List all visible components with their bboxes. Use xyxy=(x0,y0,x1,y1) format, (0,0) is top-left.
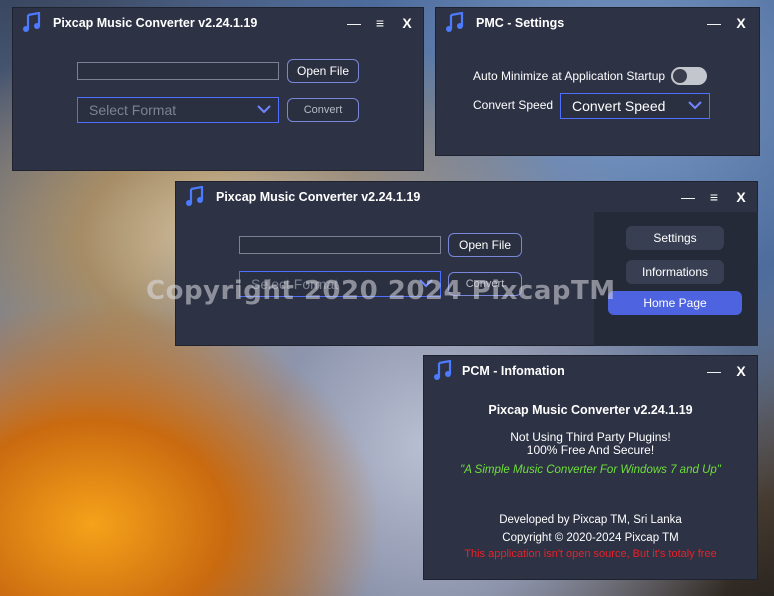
info-window: PCM - Infomation — X Pixcap Music Conver… xyxy=(423,355,758,580)
close-button[interactable]: X xyxy=(398,13,416,33)
file-path-input[interactable] xyxy=(239,236,441,254)
close-button[interactable]: X xyxy=(732,187,750,207)
minimize-button[interactable]: — xyxy=(705,13,723,33)
format-select-value: Select Format xyxy=(251,276,339,292)
open-file-button[interactable]: Open File xyxy=(287,59,359,83)
convert-speed-select[interactable]: Convert Speed xyxy=(560,93,710,119)
info-disclaimer: This application isn't open source, But … xyxy=(464,548,717,560)
auto-minimize-label: Auto Minimize at Application Startup xyxy=(473,69,666,83)
info-tagline: "A Simple Music Converter For Windows 7 … xyxy=(460,464,721,476)
second-titlebar[interactable]: Pixcap Music Converter v2.24.1.19 — ≡ X xyxy=(176,182,757,212)
menu-button[interactable]: ≡ xyxy=(371,13,389,33)
minimize-button[interactable]: — xyxy=(679,187,697,207)
side-menu-home-page[interactable]: Home Page xyxy=(608,291,742,315)
side-menu-informations[interactable]: Informations xyxy=(626,260,724,284)
info-copyright: Copyright © 2020-2024 Pixcap TM xyxy=(502,532,679,544)
music-note-icon xyxy=(186,186,204,206)
minimize-button[interactable]: — xyxy=(345,13,363,33)
menu-button[interactable]: ≡ xyxy=(705,187,723,207)
second-main-window: Pixcap Music Converter v2.24.1.19 — ≡ X … xyxy=(175,181,758,346)
side-menu: Settings Informations Home Page xyxy=(594,212,758,346)
settings-window-title: PMC - Settings xyxy=(476,16,565,30)
format-select[interactable]: Select Format xyxy=(239,271,441,297)
settings-window: PMC - Settings — X Auto Minimize at Appl… xyxy=(435,7,760,156)
convert-button[interactable]: Convert xyxy=(448,272,522,296)
info-line-free: 100% Free And Secure! xyxy=(526,443,655,457)
close-button[interactable]: X xyxy=(732,13,750,33)
settings-titlebar[interactable]: PMC - Settings — X xyxy=(436,8,759,38)
convert-speed-value: Convert Speed xyxy=(572,98,666,114)
toggle-knob xyxy=(673,69,687,83)
info-developer: Developed by Pixcap TM, Sri Lanka xyxy=(499,514,682,526)
side-menu-settings[interactable]: Settings xyxy=(626,226,724,250)
format-select-value: Select Format xyxy=(89,102,177,118)
chevron-down-icon xyxy=(688,101,702,110)
chevron-down-icon xyxy=(419,279,433,288)
music-note-icon xyxy=(434,360,452,380)
info-window-title: PCM - Infomation xyxy=(462,364,565,378)
format-select[interactable]: Select Format xyxy=(77,97,279,123)
open-file-button[interactable]: Open File xyxy=(448,233,522,257)
main-window-title: Pixcap Music Converter v2.24.1.19 xyxy=(53,16,258,30)
close-button[interactable]: X xyxy=(732,361,750,381)
main-window: Pixcap Music Converter v2.24.1.19 — ≡ X … xyxy=(12,7,424,171)
minimize-button[interactable]: — xyxy=(705,361,723,381)
convert-button[interactable]: Convert xyxy=(287,98,359,122)
second-window-title: Pixcap Music Converter v2.24.1.19 xyxy=(216,190,421,204)
info-titlebar[interactable]: PCM - Infomation — X xyxy=(424,356,757,386)
main-titlebar[interactable]: Pixcap Music Converter v2.24.1.19 — ≡ X xyxy=(13,8,423,38)
music-note-icon xyxy=(23,12,41,32)
convert-speed-label: Convert Speed xyxy=(473,98,554,112)
music-note-icon xyxy=(446,12,464,32)
chevron-down-icon xyxy=(257,105,271,114)
auto-minimize-toggle[interactable] xyxy=(671,67,707,85)
file-path-input[interactable] xyxy=(77,62,279,80)
info-app-name: Pixcap Music Converter v2.24.1.19 xyxy=(488,403,693,417)
info-line-plugins: Not Using Third Party Plugins! xyxy=(510,430,671,444)
